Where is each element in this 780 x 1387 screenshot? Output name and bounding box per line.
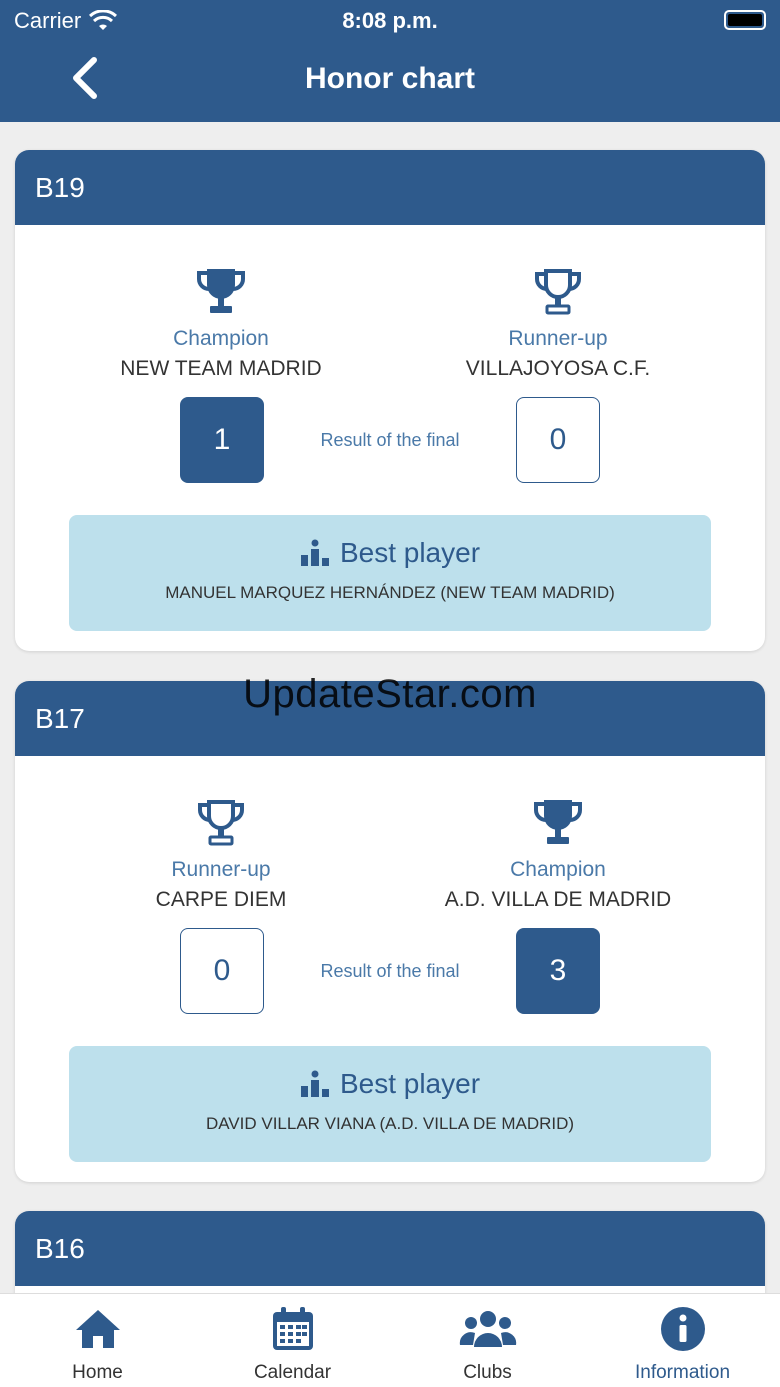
tab-label: Calendar [253,1362,332,1383]
team-name: VILLAJOYOSA C.F. [465,357,651,380]
tab-home[interactable]: Home [0,1294,195,1387]
trophy-filled-icon [51,261,391,317]
team-name: CARPE DIEM [155,888,287,911]
info-icon [660,1307,705,1351]
bottom-tab-bar: Home Calendar Clubs Information [0,1293,780,1387]
score-left: 1 [180,397,264,483]
team-role: Champion [510,858,606,881]
team-role: Runner-up [171,858,271,881]
tab-label: Information [634,1362,731,1383]
home-icon [75,1310,120,1348]
tab-label: Home [72,1362,123,1383]
tab-information[interactable]: Information [585,1294,780,1387]
watermark: UpdateStar.com [243,672,537,716]
result-label: Result of the final [320,430,460,450]
best-player-panel: Best player MANUEL MARQUEZ HERNÁNDEZ (NE… [69,515,711,631]
tab-clubs[interactable]: Clubs [390,1294,585,1387]
clubs-icon [459,1311,516,1347]
tab-label: Clubs [463,1362,512,1383]
best-player-name: DAVID VILLAR VIANA (A.D. VILLA DE MADRID… [205,1114,575,1133]
page-title: Honor chart [304,62,475,95]
score-left: 0 [180,928,264,1014]
best-player-panel: Best player DAVID VILLAR VIANA (A.D. VIL… [69,1046,711,1162]
calendar-icon [272,1307,313,1350]
podium-icon [300,1070,329,1097]
tab-calendar[interactable]: Calendar [195,1294,390,1387]
result-label: Result of the final [320,961,460,981]
score-right: 0 [516,397,600,483]
champion-block: Champion A.D. VILLA DE MADRID [388,792,728,912]
best-player-title: Best player [339,1068,481,1099]
best-player-name: MANUEL MARQUEZ HERNÁNDEZ (NEW TEAM MADRI… [165,583,615,602]
honor-card-b16: B16 [15,1211,765,1293]
team-name: A.D. VILLA DE MADRID [444,888,672,911]
score-right: 3 [516,928,600,1014]
status-bar: Carrier 8:08 p.m. [0,0,780,42]
team-role: Runner-up [508,327,608,350]
card-category: B19 [15,150,765,225]
podium-icon [300,539,329,566]
trophy-outline-icon [51,792,391,848]
status-time: 8:08 p.m. [342,8,438,33]
runnerup-block: Runner-up VILLAJOYOSA C.F. [388,261,728,381]
battery-icon [724,10,766,30]
trophy-filled-icon [388,792,728,848]
card-category: B16 [15,1211,765,1286]
team-name: NEW TEAM MADRID [120,357,322,380]
app-header: Carrier 8:08 p.m. Honor chart [0,0,780,122]
honor-card-b19: B19 Champion NEW TEAM MADRID Runner-up V… [15,150,765,651]
trophy-outline-icon [388,261,728,317]
best-player-title: Best player [339,537,481,568]
honor-card-b17: B17 Runner-up CARPE DIEM Champion A.D. V… [15,681,765,1182]
champion-block: Champion NEW TEAM MADRID [51,261,391,381]
team-role: Champion [173,327,269,350]
runnerup-block: Runner-up CARPE DIEM [51,792,391,912]
